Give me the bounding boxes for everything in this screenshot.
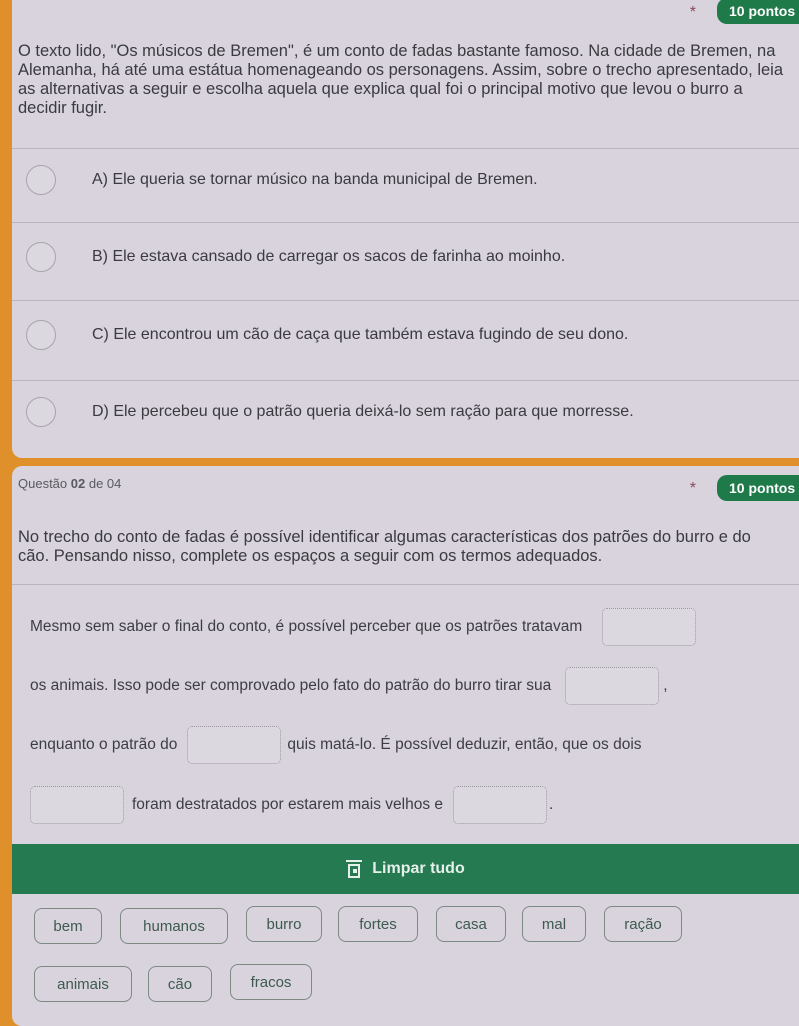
word-chip[interactable]: animais bbox=[34, 966, 132, 1002]
divider bbox=[12, 148, 799, 149]
required-mark: * bbox=[689, 4, 696, 21]
word-chip[interactable]: cão bbox=[148, 966, 212, 1002]
blank-1[interactable] bbox=[602, 608, 697, 646]
fill-text: , bbox=[663, 677, 668, 694]
fill-line-3: enquanto o patrão do quis matá-lo. É pos… bbox=[30, 726, 642, 764]
option-a[interactable]: A) Ele queria se tornar músico na banda … bbox=[12, 150, 799, 210]
divider bbox=[12, 380, 799, 381]
question-number-suffix: de 04 bbox=[85, 476, 122, 491]
question-number-value: 02 bbox=[70, 476, 86, 491]
word-chip[interactable]: bem bbox=[34, 908, 102, 944]
blank-5[interactable] bbox=[453, 786, 547, 824]
fill-text: enquanto o patrão do bbox=[30, 736, 178, 753]
question-prompt: O texto lido, "Os músicos de Bremen", é … bbox=[18, 42, 784, 117]
fill-text: os animais. Isso pode ser comprovado pel… bbox=[30, 677, 552, 694]
word-chip[interactable]: ração bbox=[604, 906, 682, 942]
divider bbox=[12, 584, 799, 585]
option-label: C) Ele encontrou um cão de caça que tamb… bbox=[92, 326, 629, 343]
option-label: B) Ele estava cansado de carregar os sac… bbox=[92, 248, 566, 265]
word-chip[interactable]: humanos bbox=[120, 908, 228, 944]
word-chip[interactable]: fortes bbox=[338, 906, 418, 942]
fill-text: . bbox=[549, 796, 554, 813]
question-number-prefix: Questão bbox=[18, 476, 71, 491]
clear-all-label: Limpar tudo bbox=[372, 860, 465, 877]
question-2-card: Questão 02 de 04 * 10 pontos No trecho d… bbox=[12, 466, 799, 1026]
required-mark: * bbox=[689, 480, 696, 497]
fill-text: quis matá-lo. É possível deduzir, então,… bbox=[287, 736, 642, 753]
option-b[interactable]: B) Ele estava cansado de carregar os sac… bbox=[12, 227, 799, 287]
fill-line-1: Mesmo sem saber o final do conto, é poss… bbox=[30, 608, 700, 646]
blank-2[interactable] bbox=[565, 667, 660, 705]
option-d[interactable]: D) Ele percebeu que o patrão queria deix… bbox=[12, 382, 799, 442]
radio-button[interactable] bbox=[26, 165, 56, 195]
question-number: Questão 02 de 04 bbox=[18, 476, 121, 491]
word-chip[interactable]: casa bbox=[436, 906, 506, 942]
radio-button[interactable] bbox=[26, 242, 56, 272]
question-prompt: No trecho do conto de fadas é possível i… bbox=[18, 528, 751, 565]
word-chip[interactable]: burro bbox=[246, 906, 322, 942]
fill-text: Mesmo sem saber o final do conto, é poss… bbox=[30, 618, 583, 635]
blank-3[interactable] bbox=[187, 726, 282, 764]
clear-all-button[interactable]: Limpar tudo bbox=[12, 844, 799, 894]
points-badge: 10 pontos bbox=[717, 0, 799, 24]
word-chip[interactable]: fracos bbox=[230, 964, 312, 1000]
blank-4[interactable] bbox=[30, 786, 124, 824]
question-1-card: * 10 pontos O texto lido, "Os músicos de… bbox=[12, 0, 799, 458]
option-label: D) Ele percebeu que o patrão queria deix… bbox=[92, 403, 634, 420]
word-chip[interactable]: mal bbox=[522, 906, 586, 942]
points-badge: 10 pontos bbox=[717, 475, 799, 501]
radio-button[interactable] bbox=[26, 320, 56, 350]
trash-icon bbox=[346, 860, 363, 878]
divider bbox=[12, 222, 799, 223]
divider bbox=[12, 300, 799, 301]
fill-text: foram destratados por estarem mais velho… bbox=[132, 796, 443, 813]
option-c[interactable]: C) Ele encontrou um cão de caça que tamb… bbox=[12, 305, 799, 365]
fill-line-2: os animais. Isso pode ser comprovado pel… bbox=[30, 667, 668, 705]
option-label: A) Ele queria se tornar músico na banda … bbox=[92, 171, 538, 188]
fill-line-4: foram destratados por estarem mais velho… bbox=[30, 786, 553, 824]
radio-button[interactable] bbox=[26, 397, 56, 427]
